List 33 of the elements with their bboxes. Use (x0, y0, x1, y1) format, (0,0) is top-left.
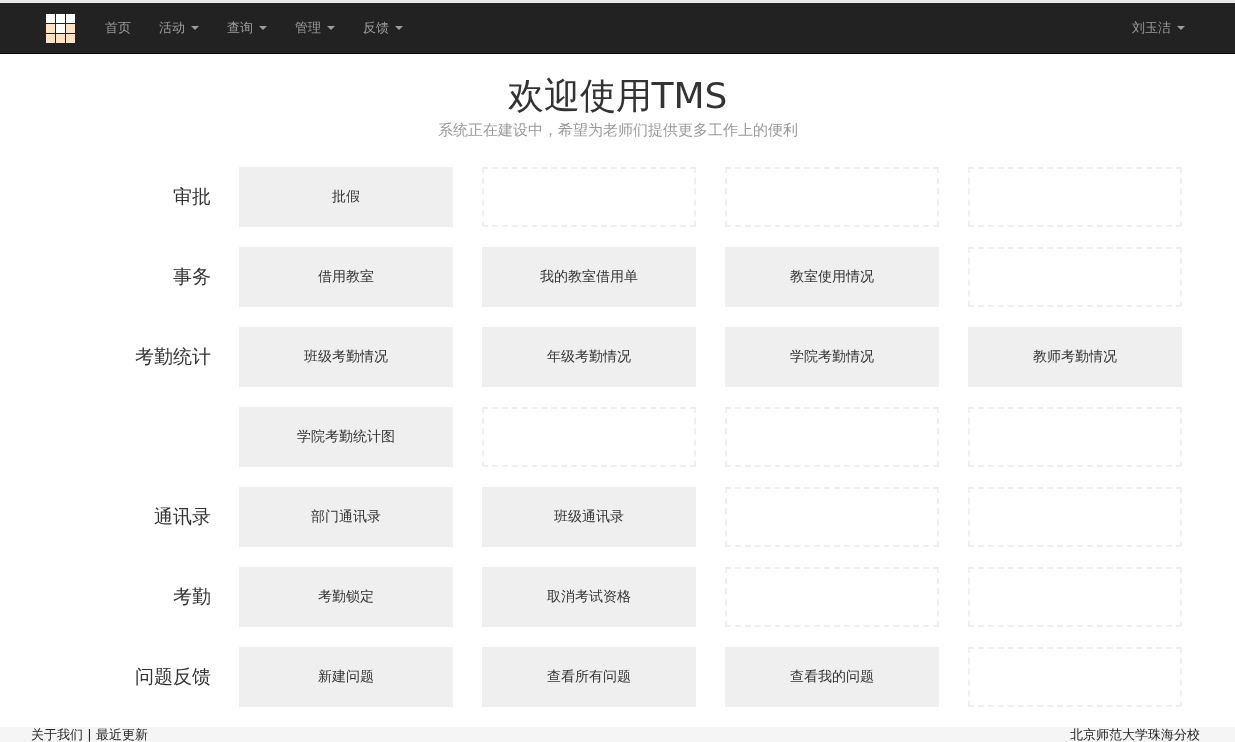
function-tile-button[interactable]: 班级考勤情况 (239, 327, 453, 387)
nav-menu-item[interactable]: 查询 (227, 19, 267, 37)
school-name: 北京师范大学珠海分校 (1070, 727, 1200, 742)
section-label: 审批 (173, 184, 211, 209)
section-label: 通讯录 (154, 504, 211, 529)
function-tile-button[interactable]: 考勤锁定 (239, 567, 453, 627)
footer-links[interactable]: 关于我们 | 最近更新 (31, 727, 148, 742)
page-subtitle: 系统正在建设中，希望为老师们提供更多工作上的便利 (437, 120, 798, 140)
function-tile-button[interactable]: 查看我的问题 (725, 647, 939, 707)
function-tile-button[interactable]: 借用教室 (239, 247, 453, 307)
function-tile-button[interactable]: 取消考试资格 (482, 567, 696, 627)
function-tile-button[interactable]: 新建问题 (239, 647, 453, 707)
grid-logo-icon[interactable] (46, 13, 75, 43)
nav-menu-item[interactable]: 管理 (295, 19, 335, 37)
function-tile-button[interactable]: 班级通讯录 (482, 487, 696, 547)
function-tile-button[interactable]: 教室使用情况 (725, 247, 939, 307)
function-tile-button[interactable]: 查看所有问题 (482, 647, 696, 707)
function-tile-button[interactable]: 学院考勤统计图 (239, 407, 453, 467)
function-tile-button[interactable]: 批假 (239, 167, 453, 227)
function-tile-button[interactable]: 年级考勤情况 (482, 327, 696, 387)
section-label: 考勤 (173, 584, 211, 609)
user-menu[interactable]: 刘玉洁 (1132, 19, 1185, 37)
page-title: 欢迎使用TMS (507, 74, 728, 118)
section-label: 事务 (173, 264, 211, 289)
function-tile-button[interactable]: 部门通讯录 (239, 487, 453, 547)
nav-menu-item[interactable]: 反馈 (363, 19, 403, 37)
nav-menu-item[interactable]: 活动 (159, 19, 199, 37)
nav-menu-item[interactable]: 首页 (105, 19, 131, 37)
function-tile-button[interactable]: 我的教室借用单 (482, 247, 696, 307)
function-tile-button[interactable]: 教师考勤情况 (968, 327, 1182, 387)
function-tile-button[interactable]: 学院考勤情况 (725, 327, 939, 387)
section-label: 问题反馈 (135, 664, 211, 689)
section-label: 考勤统计 (135, 344, 211, 369)
